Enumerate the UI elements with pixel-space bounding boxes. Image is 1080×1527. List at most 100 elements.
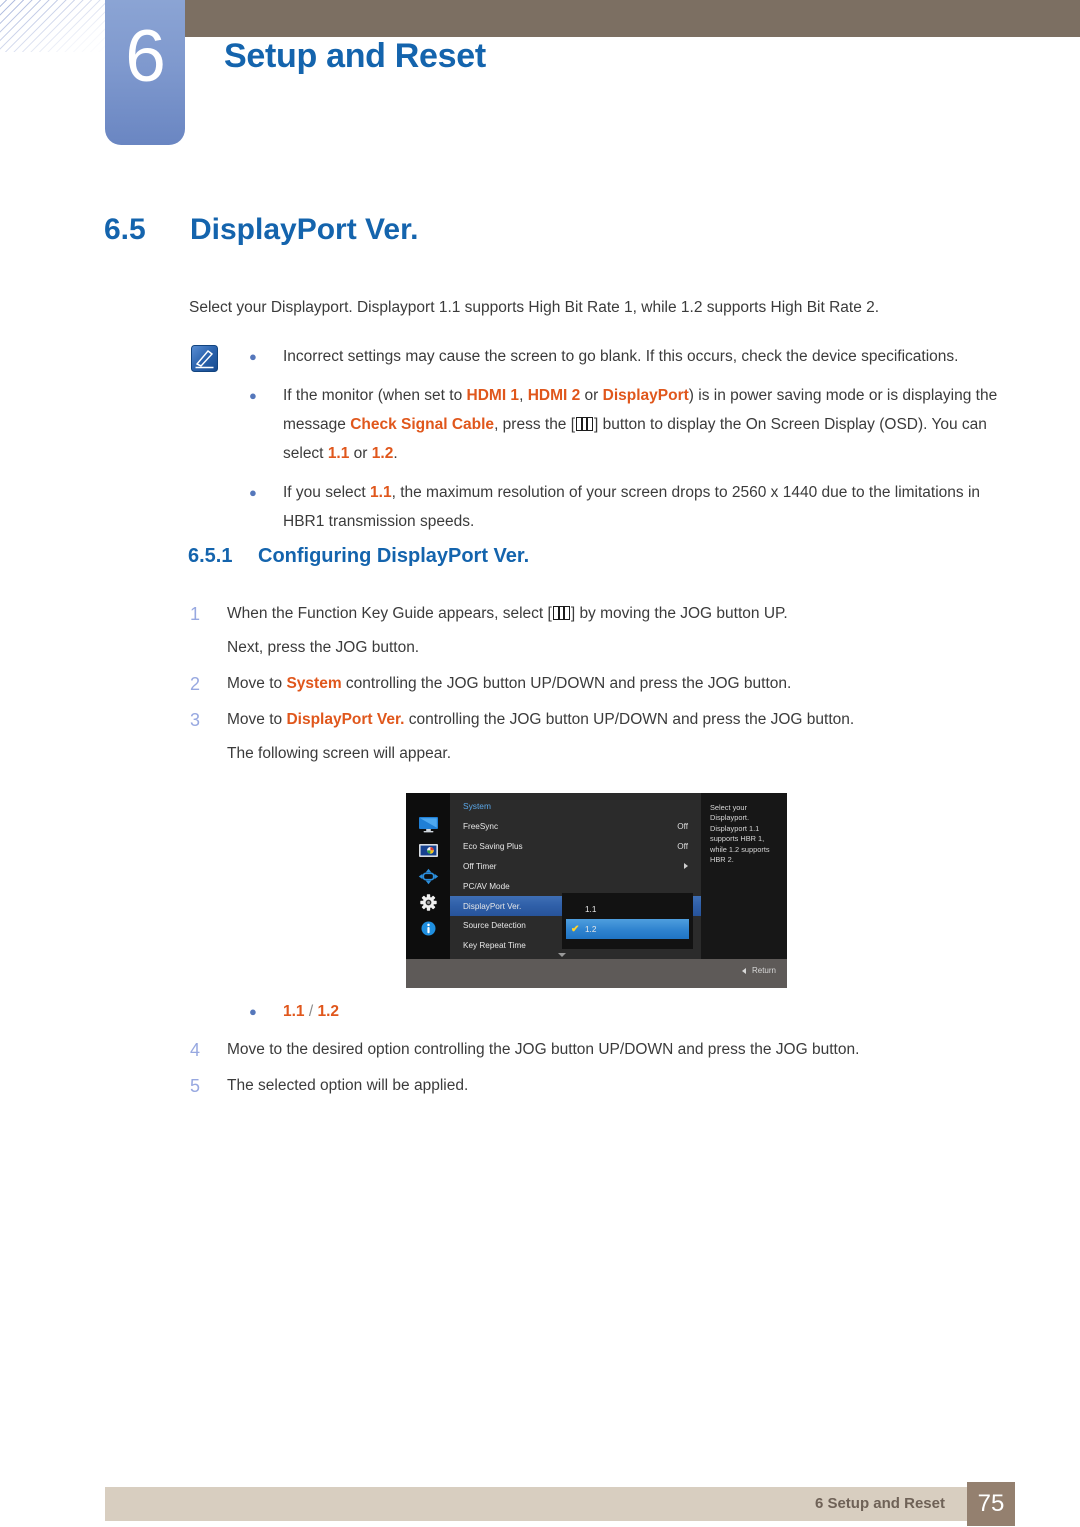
text-run: Move to the desired option controlling t…	[227, 1041, 860, 1058]
text-run: Move to	[227, 711, 287, 728]
osd-return-button[interactable]: Return	[741, 966, 776, 975]
jog-menu-key-icon	[552, 606, 570, 620]
step-main: Move to DisplayPort Ver. controlling the…	[227, 711, 854, 728]
system-gear-icon	[418, 893, 439, 911]
text-run: When the Function Key Guide appears, sel…	[227, 605, 552, 622]
options-bullet-item: ● 1.1 / 1.2	[245, 999, 945, 1025]
note-item-text: If the monitor (when set to HDMI 1, HDMI…	[283, 381, 1020, 468]
steps-list-bottom: 4 Move to the desired option controlling…	[190, 1033, 1020, 1105]
note-list: ● Incorrect settings may cause the scree…	[245, 342, 1020, 546]
highlighted-term: 1.2	[371, 445, 394, 462]
text-run: If you select	[283, 484, 371, 501]
note-item: ● Incorrect settings may cause the scree…	[245, 342, 1020, 371]
osd-item-value: Off	[677, 842, 688, 852]
step-item: 3 Move to DisplayPort Ver. controlling t…	[190, 703, 1020, 771]
note-bullet-glyph: ●	[249, 485, 257, 500]
osd-help-panel: Select your Displayport. Displayport 1.1…	[701, 793, 787, 959]
step-item: 5 The selected option will be applied.	[190, 1069, 1020, 1103]
header-brown-bar	[172, 0, 1080, 37]
osd-icon-rail	[406, 793, 450, 959]
text-run: , press the [	[494, 416, 576, 433]
decorative-hatch-pattern	[0, 0, 108, 52]
text-run: controlling the JOG button UP/DOWN and p…	[341, 675, 792, 692]
footer-chapter-label: 6 Setup and Reset	[814, 1495, 945, 1512]
osd-menu-item-eco-saving-plus[interactable]: Eco Saving Plus Off	[450, 837, 701, 857]
text-run: ,	[519, 387, 528, 404]
step-text: Move to the desired option controlling t…	[227, 1033, 1020, 1067]
section-number: 6.5	[104, 213, 146, 246]
highlighted-term: Check Signal Cable	[350, 416, 495, 433]
note-item: ● If you select 1.1, the maximum resolut…	[245, 478, 1020, 536]
step-main: When the Function Key Guide appears, sel…	[227, 605, 788, 622]
step-number: 1	[190, 604, 201, 624]
step-main: Move to System controlling the JOG butto…	[227, 675, 791, 692]
step-main: The selected option will be applied.	[227, 1077, 468, 1094]
pip-position-arrows-icon	[418, 868, 439, 885]
highlighted-term: 1.1	[327, 445, 350, 462]
text-run: If the monitor (when set to	[283, 387, 467, 404]
step-text: Move to System controlling the JOG butto…	[227, 667, 1020, 701]
arrow-left-icon	[741, 967, 746, 974]
step-subtext: Next, press the JOG button.	[227, 639, 420, 656]
picture-color-icon	[418, 842, 439, 859]
section-heading: 6.5 DisplayPort Ver.	[104, 213, 418, 247]
highlighted-term: 1.2	[317, 1003, 340, 1020]
chapter-title: Setup and Reset	[224, 37, 486, 75]
step-number: 3	[190, 710, 201, 730]
note-pencil-icon	[191, 345, 218, 372]
subsection-number: 6.5.1	[188, 545, 233, 567]
options-bullet-text: 1.1 / 1.2	[283, 999, 339, 1025]
jog-menu-key-icon	[576, 417, 594, 431]
information-icon	[418, 920, 439, 937]
steps-list-top: 1 When the Function Key Guide appears, s…	[190, 597, 1020, 773]
chapter-number: 6	[125, 16, 166, 97]
text-run: or	[349, 445, 372, 462]
text-run: /	[304, 1003, 318, 1020]
text-run: Incorrect settings may cause the screen …	[283, 348, 959, 365]
highlighted-term: 1.1	[283, 1003, 305, 1020]
step-item: 2 Move to System controlling the JOG but…	[190, 667, 1020, 701]
subsection-title: Configuring DisplayPort Ver.	[258, 545, 530, 567]
osd-item-label: PC/AV Mode	[463, 881, 510, 891]
osd-item-label: Eco Saving Plus	[463, 842, 523, 852]
osd-menu-item-off-timer[interactable]: Off Timer	[450, 857, 701, 877]
highlighted-term: System	[286, 675, 342, 692]
note-item-text: If you select 1.1, the maximum resolutio…	[283, 478, 1020, 536]
footer-page-number: 75	[967, 1482, 1015, 1526]
osd-return-label: Return	[751, 966, 776, 975]
osd-item-value: Off	[677, 822, 688, 832]
note-item: ● If the monitor (when set to HDMI 1, HD…	[245, 381, 1020, 468]
text-run: The selected option will be applied.	[227, 1077, 469, 1094]
text-run: Move to	[227, 675, 287, 692]
subsection-heading: 6.5.1 Configuring DisplayPort Ver.	[188, 545, 529, 568]
options-bullet-glyph: ●	[249, 1004, 257, 1019]
osd-submenu-label: 1.2	[585, 924, 597, 934]
text-run: ] by moving the JOG button UP.	[570, 605, 788, 622]
section-title: DisplayPort Ver.	[190, 213, 419, 246]
step-number: 5	[190, 1076, 201, 1096]
step-number: 2	[190, 674, 201, 694]
osd-footer-bar: Return	[406, 959, 787, 988]
osd-submenu-option-1-2[interactable]: ✔ 1.2	[566, 919, 689, 939]
step-text: When the Function Key Guide appears, sel…	[227, 597, 1020, 665]
note-item-text: Incorrect settings may cause the screen …	[283, 342, 1020, 371]
chevron-right-icon	[684, 863, 688, 870]
osd-menu-item-freesync[interactable]: FreeSync Off	[450, 817, 701, 837]
scroll-down-arrow-icon[interactable]	[558, 953, 566, 957]
step-text: The selected option will be applied.	[227, 1069, 1020, 1103]
step-subtext: The following screen will appear.	[227, 745, 452, 762]
note-bullet-glyph: ●	[249, 388, 257, 403]
highlighted-term: 1.1	[370, 484, 392, 501]
highlighted-term: HDMI 2	[527, 387, 581, 404]
osd-item-label: FreeSync	[463, 822, 499, 832]
highlighted-term: DisplayPort Ver.	[286, 711, 405, 728]
osd-item-label: Off Timer	[463, 861, 497, 871]
note-bullet-glyph: ●	[249, 349, 257, 364]
highlighted-term: DisplayPort	[602, 387, 689, 404]
intro-paragraph: Select your Displayport. Displayport 1.1…	[189, 299, 880, 316]
osd-submenu-option-1-1[interactable]: 1.1	[562, 899, 693, 919]
step-main: Move to the desired option controlling t…	[227, 1041, 859, 1058]
step-item: 1 When the Function Key Guide appears, s…	[190, 597, 1020, 665]
osd-submenu-displayport-ver: 1.1 ✔ 1.2	[562, 893, 693, 949]
text-run: or	[580, 387, 603, 404]
